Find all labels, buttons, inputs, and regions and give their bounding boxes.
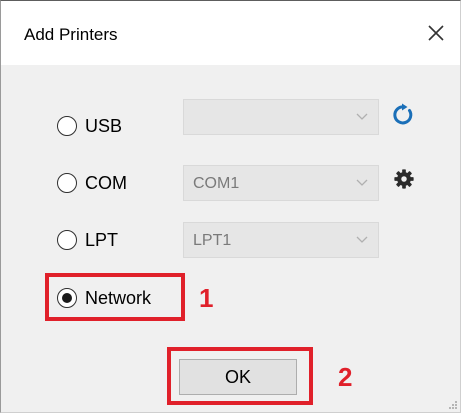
radio-lpt[interactable]: LPT [57, 227, 118, 253]
radio-com-circle[interactable] [57, 173, 77, 193]
close-icon [428, 25, 444, 41]
com-port-select[interactable]: COM1 [183, 165, 379, 201]
annotation-number-1: 1 [199, 283, 214, 313]
window-title: Add Printers [24, 25, 118, 44]
resize-grip-icon[interactable] [448, 400, 458, 410]
refresh-button[interactable] [391, 102, 417, 128]
close-button[interactable] [412, 9, 460, 57]
annotation-number-2: 2 [338, 362, 353, 392]
radio-usb-circle[interactable] [57, 116, 77, 136]
radio-lpt-circle[interactable] [57, 230, 77, 250]
chevron-down-icon [356, 113, 368, 120]
radio-usb-label: USB [85, 115, 123, 136]
radio-com-label: COM [85, 172, 127, 193]
gear-icon [394, 169, 414, 189]
chevron-down-icon [356, 236, 368, 243]
lpt-port-value: LPT1 [193, 232, 232, 249]
chevron-down-icon [356, 179, 368, 186]
highlight-box-network [45, 273, 185, 321]
highlight-box-ok [167, 347, 313, 405]
lpt-port-select[interactable]: LPT1 [183, 222, 379, 258]
title-bar: Add Printers [1, 1, 460, 65]
com-port-value: COM1 [193, 175, 240, 192]
usb-port-select[interactable] [183, 99, 379, 135]
refresh-icon [393, 103, 413, 125]
add-printers-dialog: Add Printers USB COM COM1 LPT LPT1 Netwo… [0, 0, 461, 413]
radio-usb[interactable]: USB [57, 113, 122, 139]
radio-com[interactable]: COM [57, 170, 127, 196]
radio-lpt-label: LPT [85, 229, 119, 250]
com-settings-button[interactable] [393, 168, 419, 194]
